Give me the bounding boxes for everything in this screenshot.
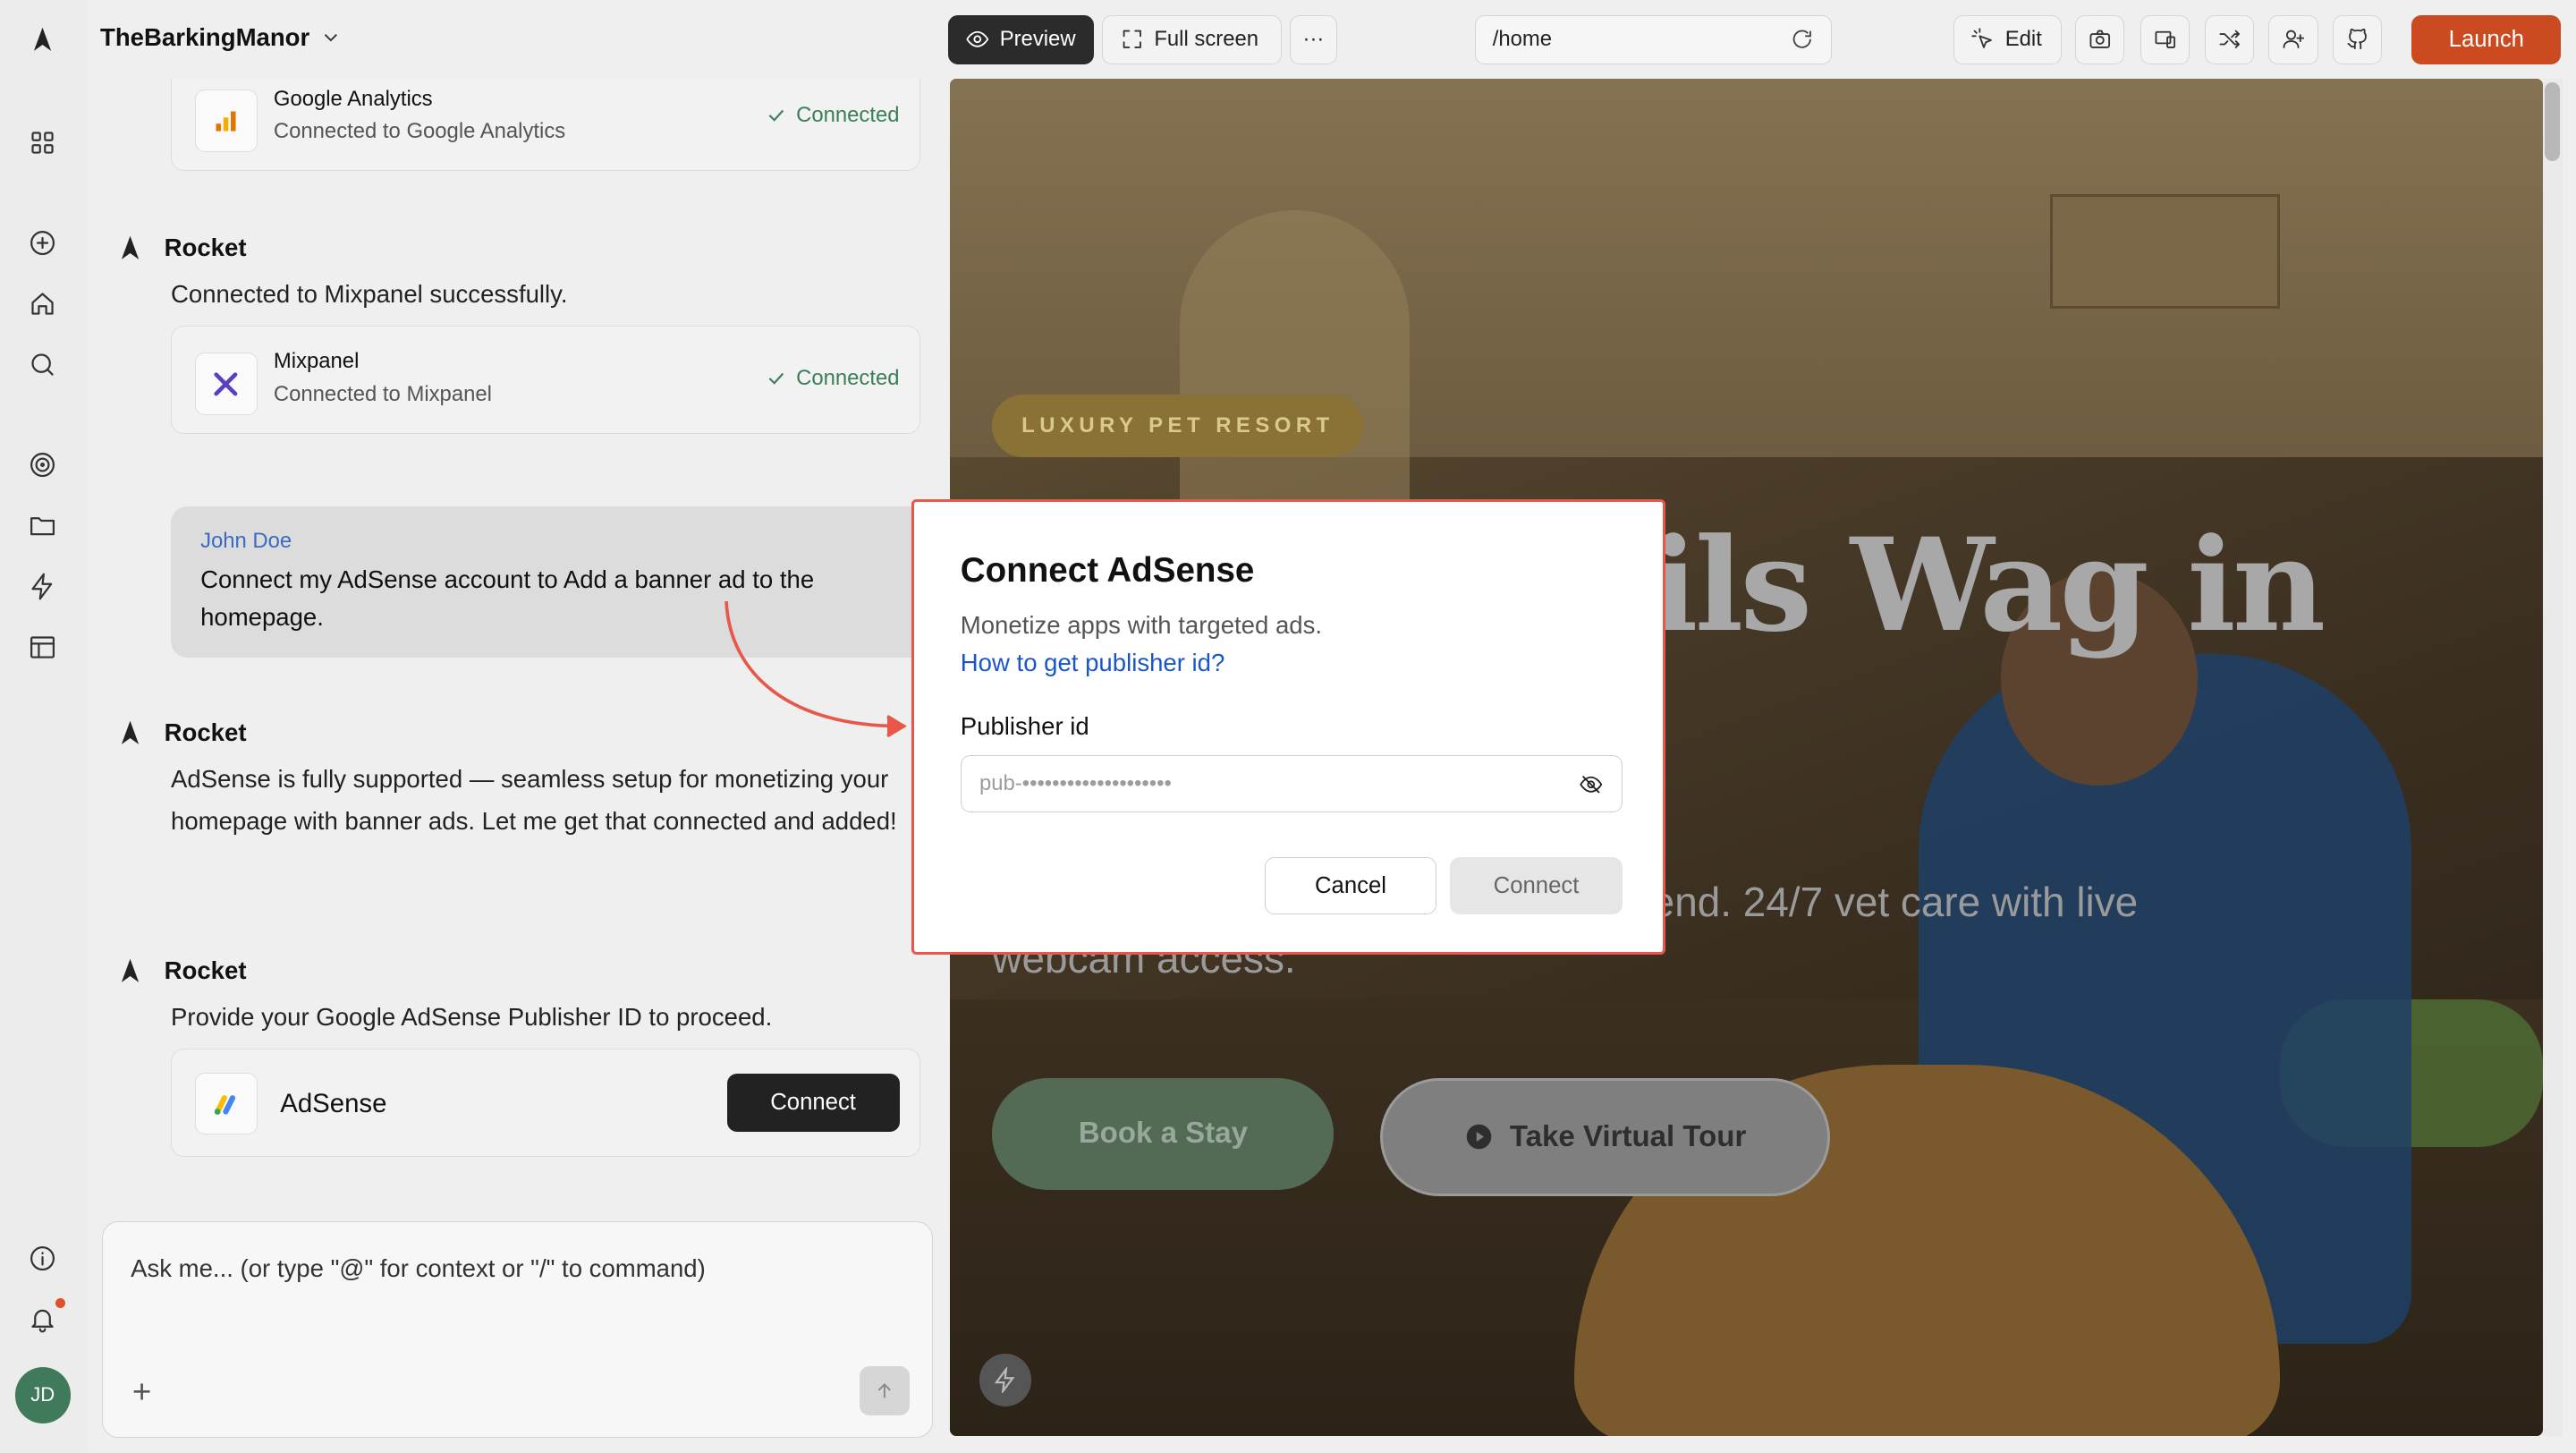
integration-card-adsense: AdSense Connect: [171, 1048, 920, 1158]
avatar[interactable]: JD: [14, 1367, 71, 1423]
info-icon[interactable]: [25, 1241, 61, 1277]
grid-icon[interactable]: [25, 125, 61, 161]
check-icon: [768, 372, 784, 385]
edit-button[interactable]: Edit: [1953, 14, 2063, 64]
check-icon: [768, 109, 784, 122]
rocket-logo-icon[interactable]: [25, 21, 61, 57]
card-title: Google Analytics: [273, 86, 433, 111]
card-subtitle: Connected to Mixpanel: [273, 382, 492, 407]
chevron-down-icon: [324, 33, 338, 42]
url-text: /home: [1492, 27, 1553, 52]
invite-button[interactable]: [2268, 14, 2318, 64]
github-icon: [2347, 29, 2367, 50]
book-stay-button[interactable]: Book a Stay: [992, 1077, 1335, 1190]
connect-adsense-modal: Connect AdSense Monetize apps with targe…: [920, 508, 1656, 945]
more-icon: ···: [1302, 27, 1325, 52]
ceiling-vent: [2050, 193, 2281, 310]
user-name: John Doe: [200, 529, 292, 554]
preview-label: Preview: [999, 27, 1076, 52]
preview-scrollbar[interactable]: [2543, 79, 2563, 1437]
devices-icon: [2155, 31, 2176, 49]
user-plus-icon: [2283, 30, 2305, 49]
publisher-id-label: Publisher id: [960, 712, 1089, 741]
rocket-icon: [121, 235, 139, 259]
lightning-icon[interactable]: [979, 1354, 1032, 1407]
shuffle-button[interactable]: [2204, 14, 2254, 64]
bot-header: Rocket: [115, 718, 247, 748]
add-circle-icon[interactable]: [25, 225, 61, 261]
publisher-id-input[interactable]: [979, 771, 1538, 797]
fullscreen-button[interactable]: Full screen: [1102, 14, 1282, 64]
target-icon[interactable]: [25, 447, 61, 483]
google-analytics-logo-icon: [194, 89, 258, 152]
github-button[interactable]: [2333, 14, 2383, 64]
connected-status: Connected: [765, 366, 900, 391]
bot-message: Connected to Mixpanel successfully.: [171, 279, 568, 308]
project-selector[interactable]: TheBarkingManor: [100, 23, 343, 52]
chat-input-placeholder: Ask me... (or type "@" for context or "/…: [131, 1254, 706, 1283]
cancel-button[interactable]: Cancel: [1264, 857, 1437, 915]
camera-icon: [2089, 30, 2110, 49]
launch-button[interactable]: Launch: [2411, 14, 2562, 64]
bot-message: Provide your Google AdSense Publisher ID…: [171, 1003, 773, 1032]
adsense-connect-button[interactable]: Connect: [726, 1074, 900, 1132]
chat-input[interactable]: Ask me... (or type "@" for context or "/…: [101, 1220, 934, 1439]
play-icon: [1466, 1125, 1491, 1150]
lightning-icon[interactable]: [25, 568, 61, 604]
hero-title: ils Wag in: [1649, 509, 2326, 661]
rocket-icon: [121, 720, 139, 744]
publisher-id-help-link[interactable]: How to get publisher id?: [961, 649, 1225, 677]
fullscreen-label: Full screen: [1154, 27, 1259, 52]
connected-status: Connected: [765, 103, 900, 128]
more-button[interactable]: ···: [1289, 14, 1338, 64]
cursor-click-icon: [1971, 28, 1993, 49]
search-icon[interactable]: [25, 347, 61, 383]
refresh-icon[interactable]: [1790, 27, 1815, 52]
eye-off-icon[interactable]: [1579, 772, 1604, 797]
card-title: AdSense: [280, 1088, 387, 1118]
virtual-tour-button[interactable]: Take Virtual Tour: [1379, 1077, 1831, 1197]
annotation-arrow: [724, 601, 907, 738]
responsive-button[interactable]: [2140, 14, 2190, 64]
folder-icon[interactable]: [25, 508, 61, 544]
url-bar[interactable]: /home: [1475, 14, 1832, 64]
preview-button[interactable]: Preview: [947, 14, 1095, 64]
app-window: JD TheBarkingManor Preview Full screen ·…: [0, 0, 2576, 1453]
screenshot-button[interactable]: [2074, 14, 2124, 64]
bot-message: AdSense is fully supported — seamless se…: [171, 764, 897, 836]
card-title: Mixpanel: [273, 349, 360, 374]
notification-dot: [55, 1297, 66, 1308]
bot-header: Rocket: [115, 234, 247, 263]
plus-icon[interactable]: +: [132, 1373, 151, 1411]
layout-icon[interactable]: [25, 629, 61, 665]
mixpanel-logo-icon: [194, 353, 258, 415]
tour-label: Take Virtual Tour: [1509, 1119, 1747, 1153]
integration-card-mixpanel: Mixpanel Connected to Mixpanel Connected: [171, 325, 920, 434]
scrollbar-thumb[interactable]: [2545, 81, 2560, 161]
arrow-up-icon: [877, 1382, 892, 1398]
project-name: TheBarkingManor: [100, 22, 310, 51]
home-icon[interactable]: [25, 286, 61, 322]
integration-card-google-analytics: Google Analytics Connected to Google Ana…: [171, 79, 920, 172]
publisher-id-field[interactable]: [960, 755, 1623, 813]
rocket-icon: [121, 958, 139, 982]
modal-description: Monetize apps with targeted ads.: [960, 610, 1323, 639]
adsense-logo-icon: [194, 1072, 258, 1135]
bell-icon[interactable]: [25, 1302, 61, 1338]
bot-header: Rocket: [115, 956, 247, 986]
shuffle-icon: [2219, 30, 2240, 49]
expand-icon: [1123, 30, 1141, 49]
modal-highlight: Connect AdSense Monetize apps with targe…: [911, 499, 1666, 956]
left-rail: JD: [0, 0, 89, 1453]
edit-label: Edit: [2004, 27, 2042, 52]
card-subtitle: Connected to Google Analytics: [273, 119, 566, 144]
eye-icon: [966, 31, 989, 48]
connect-button[interactable]: Connect: [1450, 857, 1623, 915]
send-button[interactable]: [860, 1366, 910, 1416]
modal-title: Connect AdSense: [960, 551, 1255, 591]
hero-badge: LUXURY PET RESORT: [992, 394, 1364, 457]
